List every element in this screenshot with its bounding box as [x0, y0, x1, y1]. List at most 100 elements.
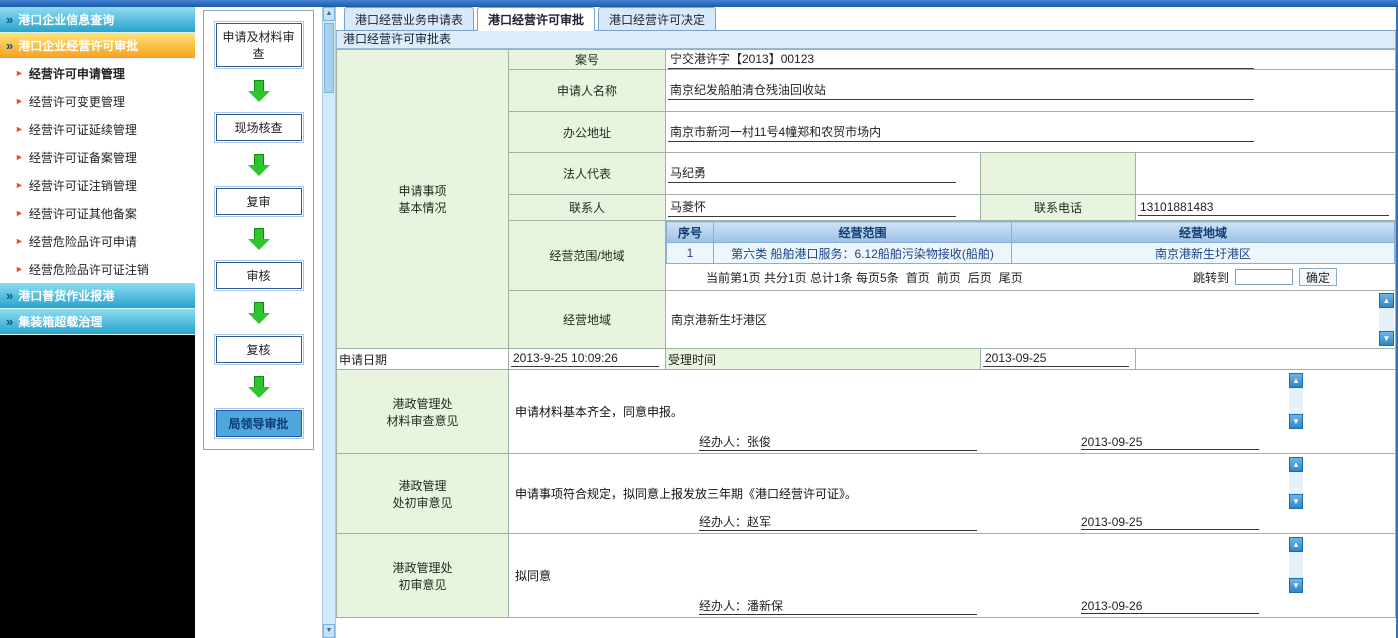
tab-license-approval[interactable]: 港口经营许可审批 [477, 7, 595, 31]
apply-date-field[interactable]: 2013-9-25 10:09:26 [511, 351, 659, 367]
workflow-step-site-check[interactable]: 现场核查 [216, 114, 302, 141]
scroll-up-icon[interactable]: ▲ [1289, 537, 1303, 552]
mini-scrollbar[interactable]: ▲ ▼ [1289, 373, 1303, 429]
sidebar-item-dangerous-goods-apply[interactable]: ► 经营危险品许可申请 [0, 227, 195, 255]
legal-rep-field[interactable]: 马纪勇 [668, 164, 956, 183]
arrow-bullet-icon: ► [15, 264, 24, 274]
mini-scrollbar[interactable]: ▲ ▼ [1379, 293, 1394, 346]
phone-field[interactable]: 13101881483 [1138, 200, 1389, 216]
sidebar-item-container-overload[interactable]: » 集装箱超载治理 [0, 309, 195, 335]
opinion-date[interactable]: 2013-09-25 [1081, 435, 1259, 450]
opinion-2-content[interactable]: 申请事项符合规定，拟同意上报发放三年期《港口经营许可证》。 [509, 483, 1395, 504]
handler-name[interactable]: 张俊 [747, 435, 771, 449]
main-vertical-scrollbar[interactable]: ▲ ▼ [322, 7, 336, 638]
down-arrow-icon [248, 302, 270, 324]
handler-name[interactable]: 潘新保 [747, 599, 783, 613]
scroll-down-icon[interactable]: ▼ [1289, 414, 1303, 429]
arrow-bullet-icon: ► [15, 96, 24, 106]
business-scope-label: 经营范围/地域 [509, 221, 666, 291]
tab-bar: 港口经营业务申请表 港口经营许可审批 港口经营许可决定 [336, 7, 1396, 31]
sidebar-item-license-record-mgmt[interactable]: ► 经营许可证备案管理 [0, 143, 195, 171]
sidebar-item-license-change-mgmt[interactable]: ► 经营许可变更管理 [0, 87, 195, 115]
contact-field[interactable]: 马菱怀 [668, 198, 956, 217]
scroll-down-icon[interactable]: ▼ [323, 624, 335, 638]
scroll-up-icon[interactable]: ▲ [1379, 293, 1394, 308]
mini-scrollbar[interactable]: ▲ ▼ [1289, 457, 1303, 509]
applicant-name-field[interactable]: 南京纪发船舶清仓残油回收站 [668, 81, 1254, 100]
sidebar-item-enterprise-info-query[interactable]: » 港口企业信息查询 [0, 7, 195, 33]
opinion-3-content[interactable]: 拟同意 [509, 565, 1395, 586]
sidebar-item-cargo-report[interactable]: » 港口普货作业报港 [0, 283, 195, 309]
sidebar-item-license-renewal-mgmt[interactable]: ► 经营许可证延续管理 [0, 115, 195, 143]
sidebar-item-label: 经营危险品许可证注销 [29, 261, 149, 278]
sidebar-item-license-apply-mgmt[interactable]: ► 经营许可申请管理 [0, 59, 195, 87]
empty-green-cell [981, 153, 1136, 195]
jump-to-label: 跳转到 [1193, 269, 1229, 286]
workflow-step-review[interactable]: 复核 [216, 336, 302, 363]
first-page-link[interactable]: 首页 [906, 269, 930, 286]
workflow-panel: 申请及材料审查 现场核查 复审 审核 复核 局领导审批 [203, 10, 314, 450]
arrow-bullet-icon: ► [15, 180, 24, 190]
scope-row-area: 南京港新生圩港区 [1012, 243, 1395, 264]
workflow-step-recheck[interactable]: 复审 [216, 188, 302, 215]
opinion-date[interactable]: 2013-09-26 [1081, 599, 1259, 614]
workflow-step-leader-approval[interactable]: 局领导审批 [216, 410, 302, 437]
office-address-label: 办公地址 [509, 112, 666, 153]
down-arrow-icon [248, 376, 270, 398]
scope-table-row: 1 第六类 船舶港口服务：6.12船舶污染物接收(船舶) 南京港新生圩港区 [667, 243, 1395, 264]
main-content: 港口经营业务申请表 港口经营许可审批 港口经营许可决定 港口经营许可审批表 申请… [336, 7, 1398, 638]
down-arrow-icon [248, 154, 270, 176]
sidebar-item-label: 经营许可证延续管理 [29, 121, 137, 138]
accept-time-field[interactable]: 2013-09-25 [983, 351, 1129, 367]
workflow-step-material-review[interactable]: 申请及材料审查 [216, 23, 302, 67]
scroll-up-icon[interactable]: ▲ [1289, 373, 1303, 388]
opinion-1-label: 港政管理处 材料审查意见 [337, 370, 509, 454]
opinion-date[interactable]: 2013-09-25 [1081, 515, 1259, 530]
sidebar-item-license-cancel-mgmt[interactable]: ► 经营许可证注销管理 [0, 171, 195, 199]
office-address-field[interactable]: 南京市新河一村11号4幢郑和农贸市场内 [668, 123, 1254, 142]
handler-label: 经办人： [699, 515, 747, 529]
next-page-link[interactable]: 后页 [968, 269, 992, 286]
sidebar-item-dangerous-goods-cancel[interactable]: ► 经营危险品许可证注销 [0, 255, 195, 283]
window-top-bar [0, 0, 1398, 7]
case-no-field[interactable]: 宁交港许字【2013】00123 [668, 50, 1254, 69]
empty-cell [1136, 349, 1396, 370]
scope-table: 序号 经营范围 经营地域 1 第六类 船舶港口服务：6.12船舶污染物接收(船舶… [666, 221, 1395, 264]
confirm-button[interactable]: 确定 [1299, 268, 1337, 286]
scope-col-seq: 序号 [667, 222, 714, 243]
arrow-bullet-icon: ► [15, 208, 24, 218]
tab-business-application-form[interactable]: 港口经营业务申请表 [344, 7, 474, 30]
business-area-label: 经营地域 [509, 291, 666, 349]
sidebar-item-label: 经营许可变更管理 [29, 93, 125, 110]
jump-page-input[interactable] [1235, 269, 1293, 285]
sidebar-item-label: 港口普货作业报港 [18, 287, 114, 304]
mini-scrollbar[interactable]: ▲ ▼ [1289, 537, 1303, 593]
workflow-step-audit[interactable]: 审核 [216, 262, 302, 289]
scroll-down-icon[interactable]: ▼ [1289, 578, 1303, 593]
last-page-link[interactable]: 尾页 [999, 269, 1023, 286]
legal-rep-label: 法人代表 [509, 153, 666, 195]
scroll-up-icon[interactable]: ▲ [323, 7, 335, 21]
sidebar-item-label: 港口企业经营许可审批 [18, 37, 138, 54]
opinion-1-content[interactable]: 申请材料基本齐全，同意申报。 [509, 401, 1395, 422]
scope-col-area: 经营地域 [1012, 222, 1395, 243]
tab-license-decision[interactable]: 港口经营许可决定 [598, 7, 716, 30]
accept-time-label: 受理时间 [666, 349, 981, 370]
scroll-down-icon[interactable]: ▼ [1379, 331, 1394, 346]
scope-row-seq: 1 [667, 243, 714, 264]
application-window: » 港口企业信息查询 » 港口企业经营许可审批 ► 经营许可申请管理 ► 经营许… [0, 0, 1398, 638]
handler-label: 经办人： [699, 435, 747, 449]
handler-label: 经办人： [699, 599, 747, 613]
business-area-field[interactable]: 南京港新生圩港区 [666, 309, 1395, 330]
scroll-up-icon[interactable]: ▲ [1289, 457, 1303, 472]
pagination-bar: 当前第1页 共分1页 总计1条 每页5条 首页 前页 后页 尾页 跳转到 确定 [666, 264, 1395, 290]
scroll-down-icon[interactable]: ▼ [1289, 494, 1303, 509]
pagination-info: 当前第1页 共分1页 总计1条 每页5条 [706, 269, 899, 286]
scrollbar-thumb[interactable] [324, 23, 334, 93]
prev-page-link[interactable]: 前页 [937, 269, 961, 286]
sidebar-item-license-approval[interactable]: » 港口企业经营许可审批 [0, 33, 195, 59]
sidebar-item-license-other-record[interactable]: ► 经营许可证其他备案 [0, 199, 195, 227]
approval-form-table: 申请事项 基本情况 案号 宁交港许字【2013】00123 申请人名称 南京纪发… [336, 49, 1396, 618]
applicant-name-label: 申请人名称 [509, 70, 666, 112]
handler-name[interactable]: 赵军 [747, 515, 771, 529]
